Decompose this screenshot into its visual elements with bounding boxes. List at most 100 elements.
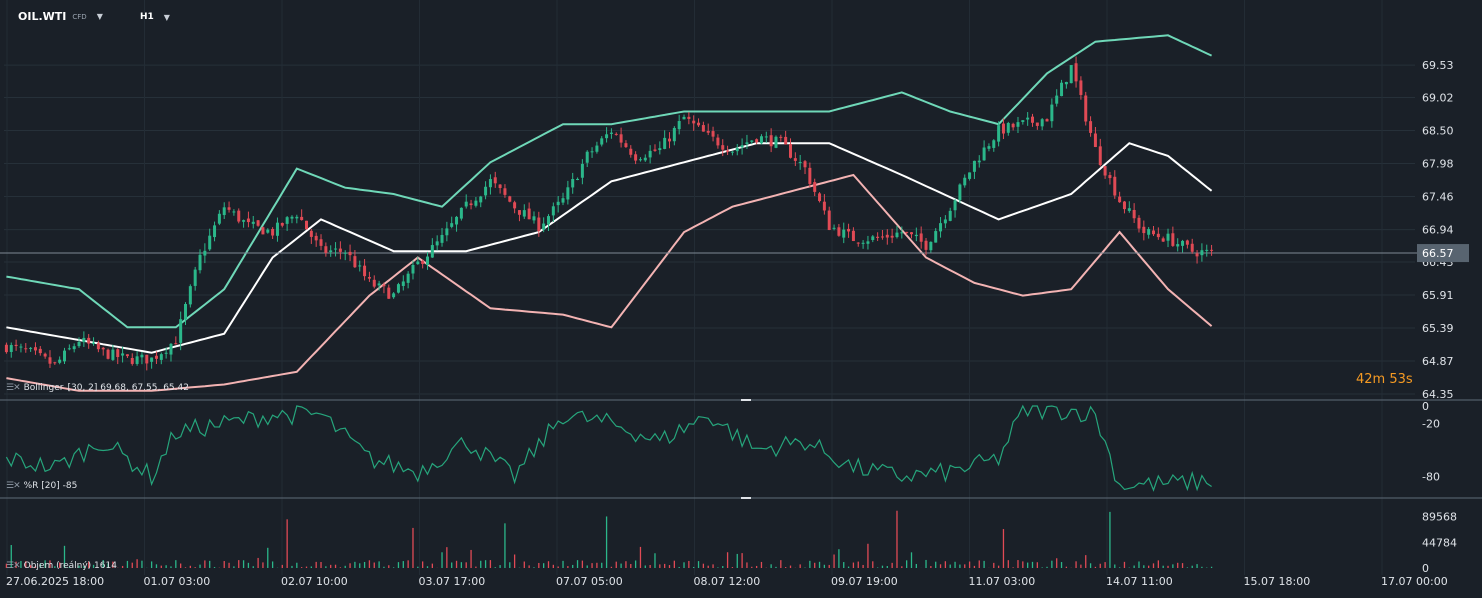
- candle-body: [987, 146, 991, 149]
- candle-body: [416, 261, 420, 265]
- candle-body: [242, 220, 246, 222]
- candle-body: [779, 136, 783, 138]
- pane-resize-handle: [741, 497, 751, 499]
- candle-body: [929, 241, 933, 251]
- candle-body: [910, 232, 913, 235]
- candle-body: [1181, 240, 1185, 246]
- candle-body: [808, 167, 812, 184]
- candle-body: [1016, 122, 1020, 127]
- time-tick-label: 03.07 17:00: [419, 575, 486, 588]
- candle-body: [890, 235, 894, 238]
- wr-legend[interactable]: ☰✕ %R [20] -85: [6, 481, 77, 491]
- grid-lines: [0, 0, 1482, 575]
- candle-body: [1142, 226, 1146, 234]
- settings-icon[interactable]: ☰✕: [6, 383, 21, 393]
- timer-s-unit: s: [1405, 372, 1413, 387]
- candle-body: [1137, 217, 1141, 229]
- candle-body: [1185, 240, 1189, 245]
- settings-icon[interactable]: ☰✕: [6, 561, 21, 571]
- candle-body: [827, 210, 831, 231]
- settings-icon[interactable]: ☰✕: [6, 481, 21, 491]
- candle-body: [14, 344, 18, 347]
- bollinger-legend[interactable]: ☰✕ Bollinger [30, 2] 69.68, 67.55, 65.42: [6, 383, 189, 393]
- candle-body: [609, 132, 613, 134]
- candle-body: [319, 239, 323, 246]
- chevron-down-icon: ▼: [163, 12, 170, 22]
- symbol-selector[interactable]: OIL.WTI CFD ▼: [18, 10, 103, 23]
- bollinger-values: [30, 2] 69.68, 67.55, 65.42: [67, 383, 189, 393]
- chart-canvas[interactable]: 69.5369.0268.5067.9867.4666.9466.4365.91…: [0, 0, 1482, 598]
- candle-body: [774, 136, 778, 148]
- timeframe-selector[interactable]: H1 ▼: [140, 12, 170, 22]
- candle-body: [556, 201, 560, 206]
- candle-body: [459, 207, 463, 219]
- candle-body: [1190, 243, 1194, 252]
- candle-body: [982, 147, 986, 161]
- candle-body: [266, 229, 270, 233]
- candle-body: [692, 120, 696, 124]
- candle-body: [542, 223, 546, 230]
- candle-body: [125, 354, 129, 357]
- candle-body: [513, 202, 517, 209]
- candle-body: [629, 148, 633, 155]
- candle-body: [1064, 81, 1068, 85]
- middle-band-line: [6, 142, 1213, 354]
- candle-body: [1152, 230, 1155, 235]
- volume-pane: [5, 510, 1213, 568]
- candle-body: [435, 241, 439, 246]
- candle-body: [551, 206, 555, 216]
- candle-body: [905, 231, 909, 233]
- candle-body: [832, 227, 836, 229]
- candle-body: [430, 245, 434, 258]
- candle-body: [600, 138, 604, 145]
- candle-body: [687, 116, 691, 119]
- candle-body: [1108, 175, 1112, 179]
- candle-body: [4, 344, 8, 353]
- candle-body: [164, 352, 168, 354]
- candle-body: [566, 187, 570, 200]
- candle-body: [324, 246, 328, 253]
- candle-body: [232, 211, 236, 213]
- time-tick-label: 11.07 03:00: [969, 575, 1036, 588]
- time-tick-label: 14.07 11:00: [1106, 575, 1173, 588]
- candle-body: [1118, 196, 1122, 203]
- price-tick-label: 69.02: [1422, 92, 1454, 105]
- candle-body: [300, 216, 304, 221]
- symbol-name: OIL.WTI: [18, 10, 67, 23]
- volume-legend[interactable]: ☰✕ Objem (reálný) 1614: [6, 561, 117, 571]
- candle-body: [290, 216, 294, 219]
- candle-body: [275, 222, 279, 236]
- candle-body: [590, 151, 594, 153]
- candle-body: [658, 148, 662, 151]
- candle-body: [92, 342, 96, 344]
- candle-body: [914, 234, 918, 237]
- candle-body: [759, 136, 763, 144]
- candle-body: [1035, 122, 1039, 126]
- candle-body: [939, 223, 943, 232]
- candle-body: [1060, 82, 1064, 97]
- candle-body: [871, 236, 875, 240]
- candle-body: [924, 240, 928, 250]
- candle-body: [440, 234, 444, 243]
- candle-body: [353, 256, 357, 268]
- candle-body: [33, 347, 37, 351]
- candle-body: [900, 232, 904, 234]
- candle-body: [672, 127, 676, 142]
- time-tick-label: 27.06.2025 18:00: [6, 575, 104, 588]
- candle-body: [1040, 119, 1044, 127]
- candle-body: [261, 227, 265, 235]
- candle-body: [188, 286, 192, 305]
- candle-body: [401, 281, 405, 286]
- candle-body: [934, 231, 938, 243]
- candle-body: [348, 251, 352, 256]
- candle-body: [943, 219, 947, 224]
- bollinger-label: Bollinger: [23, 383, 64, 393]
- candle-body: [1166, 233, 1170, 241]
- candle-body: [479, 196, 483, 203]
- wr-tick-label: -80: [1422, 470, 1440, 483]
- time-tick-label: 02.07 10:00: [281, 575, 348, 588]
- candle-body: [72, 346, 76, 350]
- candle-body: [135, 356, 139, 364]
- candle-body: [1147, 229, 1151, 235]
- time-tick-label: 07.07 05:00: [556, 575, 623, 588]
